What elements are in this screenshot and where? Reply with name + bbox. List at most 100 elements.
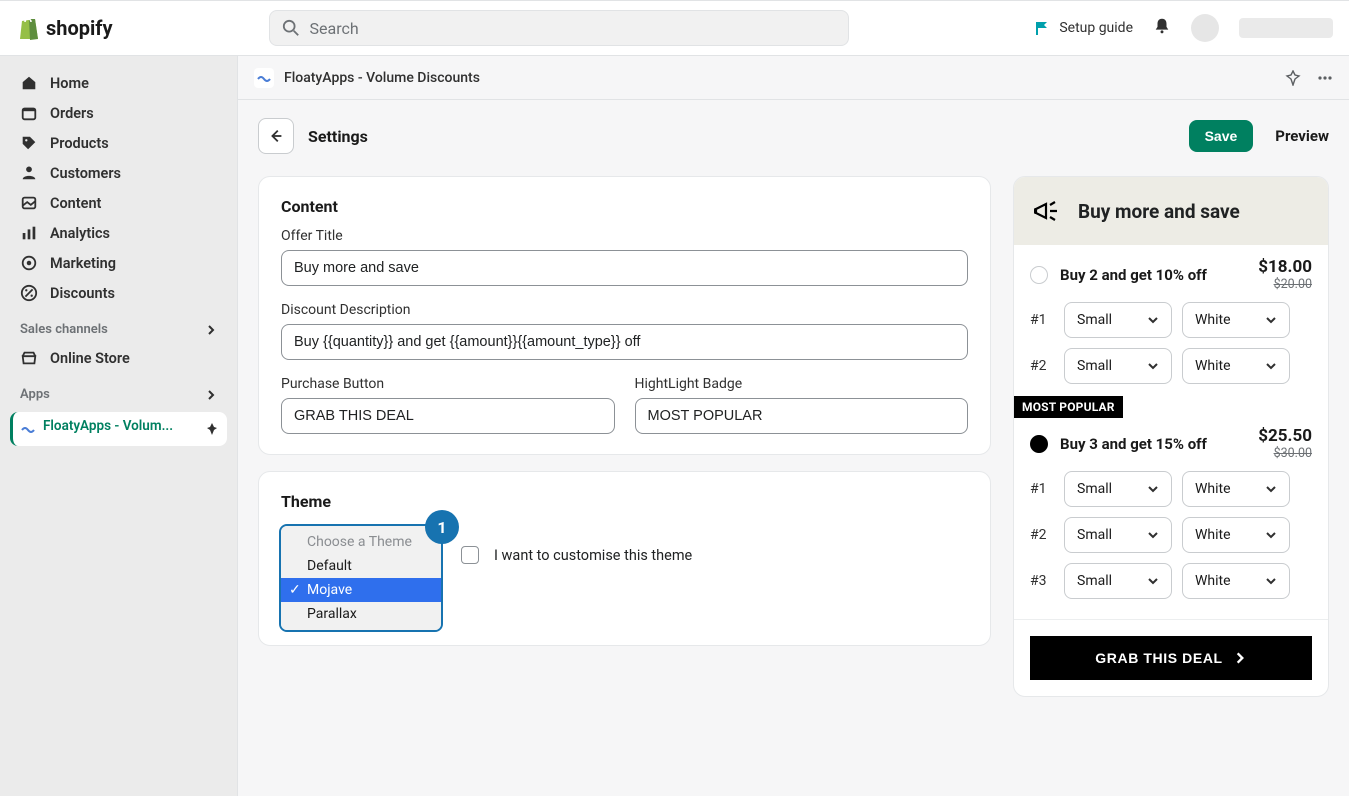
variant-index: #1 (1030, 481, 1054, 497)
wave-icon (21, 422, 35, 436)
theme-option-placeholder: Choose a Theme (281, 530, 441, 554)
size-select[interactable]: Small (1064, 348, 1172, 384)
color-select[interactable]: White (1182, 563, 1290, 599)
discount-desc-input[interactable] (281, 324, 968, 360)
tier-1-label: Buy 2 and get 10% off (1060, 266, 1246, 284)
apps-section[interactable]: Apps (8, 381, 229, 408)
pin-icon[interactable] (1285, 70, 1301, 86)
discount-desc-label: Discount Description (281, 302, 968, 318)
apps-title: Apps (20, 387, 50, 402)
target-icon (20, 254, 38, 272)
setup-guide-link[interactable]: Setup guide (1035, 20, 1133, 36)
home-icon (20, 74, 38, 92)
nav-analytics[interactable]: Analytics (8, 218, 229, 248)
save-button[interactable]: Save (1189, 120, 1254, 152)
setup-guide-text: Setup guide (1059, 20, 1133, 36)
nav-online-store[interactable]: Online Store (8, 343, 229, 373)
radio-icon[interactable] (1030, 435, 1048, 453)
tier-2[interactable]: MOST POPULAR Buy 3 and get 15% off $25.5… (1014, 406, 1328, 605)
customize-theme-label: I want to customise this theme (494, 547, 692, 564)
preview-link[interactable]: Preview (1275, 127, 1329, 145)
nav-home[interactable]: Home (8, 68, 229, 98)
chevron-right-icon (205, 389, 217, 401)
app-icon (254, 68, 274, 88)
chevron-down-icon (1265, 314, 1277, 326)
avatar[interactable] (1191, 14, 1219, 42)
size-select[interactable]: Small (1064, 302, 1172, 338)
store-icon (20, 349, 38, 367)
more-icon[interactable] (1317, 70, 1333, 86)
chevron-down-icon (1147, 483, 1159, 495)
grab-deal-button[interactable]: GRAB THIS DEAL (1030, 636, 1312, 680)
nav-products-label: Products (50, 135, 109, 152)
highlight-badge-label: HightLight Badge (635, 376, 969, 392)
variant-index: #1 (1030, 312, 1054, 328)
nav-content[interactable]: Content (8, 188, 229, 218)
page-title: Settings (308, 127, 368, 146)
nav-discounts[interactable]: Discounts (8, 278, 229, 308)
variant-index: #3 (1030, 573, 1054, 589)
sales-channels-section[interactable]: Sales channels (8, 316, 229, 343)
content-area: FloatyApps - Volume Discounts Settings S… (238, 56, 1349, 796)
search-placeholder: Search (310, 19, 359, 38)
chevron-right-icon (205, 324, 217, 336)
brand-text: shopify (46, 16, 113, 40)
size-select[interactable]: Small (1064, 471, 1172, 507)
grab-deal-label: GRAB THIS DEAL (1095, 650, 1222, 666)
discount-icon (20, 284, 38, 302)
notifications-button[interactable] (1153, 17, 1171, 39)
app-header: FloatyApps - Volume Discounts (238, 56, 1349, 100)
account-name-placeholder (1239, 18, 1333, 38)
tag-icon (20, 134, 38, 152)
offer-title-label: Offer Title (281, 228, 968, 244)
color-select[interactable]: White (1182, 517, 1290, 553)
nav-content-label: Content (50, 195, 101, 212)
nav-marketing[interactable]: Marketing (8, 248, 229, 278)
search-input[interactable]: Search (269, 10, 849, 46)
highlight-badge-input[interactable] (635, 398, 969, 434)
nav-customers[interactable]: Customers (8, 158, 229, 188)
arrow-left-icon (267, 127, 285, 145)
content-icon (20, 194, 38, 212)
color-select[interactable]: White (1182, 302, 1290, 338)
app-title: FloatyApps - Volume Discounts (284, 70, 480, 86)
size-select[interactable]: Small (1064, 517, 1172, 553)
color-select[interactable]: White (1182, 471, 1290, 507)
shopify-bag-icon (18, 15, 40, 41)
purchase-button-label: Purchase Button (281, 376, 615, 392)
tier-1-price: $18.00 (1258, 257, 1312, 277)
theme-option-parallax[interactable]: Parallax (281, 602, 441, 626)
shopify-logo[interactable]: shopify (18, 15, 113, 41)
pinned-app[interactable]: FloatyApps - Volum... (10, 412, 227, 446)
nav-customers-label: Customers (50, 165, 121, 182)
purchase-button-input[interactable] (281, 398, 615, 434)
chevron-down-icon (1147, 314, 1159, 326)
orders-icon (20, 104, 38, 122)
theme-option-default[interactable]: Default (281, 554, 441, 578)
preview-card: Buy more and save Buy 2 and get 10% off … (1013, 176, 1329, 697)
tier-1[interactable]: Buy 2 and get 10% off $18.00 $20.00 #1 S… (1014, 245, 1328, 390)
nav-discounts-label: Discounts (50, 285, 115, 302)
tier-1-old-price: $20.00 (1258, 277, 1312, 292)
color-select[interactable]: White (1182, 348, 1290, 384)
nav-orders[interactable]: Orders (8, 98, 229, 128)
back-button[interactable] (258, 118, 294, 154)
radio-icon[interactable] (1030, 266, 1048, 284)
chevron-down-icon (1265, 529, 1277, 541)
size-select[interactable]: Small (1064, 563, 1172, 599)
offer-title-input[interactable] (281, 250, 968, 286)
tier-2-label: Buy 3 and get 15% off (1060, 435, 1246, 453)
topbar: shopify Search Setup guide (0, 0, 1349, 56)
pin-icon (205, 422, 219, 436)
nav-marketing-label: Marketing (50, 255, 116, 272)
theme-select[interactable]: 1 Choose a Theme Default Mojave Parallax (279, 524, 443, 632)
megaphone-icon (1032, 197, 1062, 225)
theme-option-mojave[interactable]: Mojave (281, 578, 441, 602)
sales-channels-title: Sales channels (20, 322, 108, 337)
tier-2-price: $25.50 (1258, 426, 1312, 446)
chevron-right-icon (1233, 651, 1247, 665)
nav-products[interactable]: Products (8, 128, 229, 158)
customize-theme-checkbox[interactable] (461, 546, 479, 564)
nav-online-store-label: Online Store (50, 350, 130, 367)
theme-heading: Theme (281, 492, 968, 511)
